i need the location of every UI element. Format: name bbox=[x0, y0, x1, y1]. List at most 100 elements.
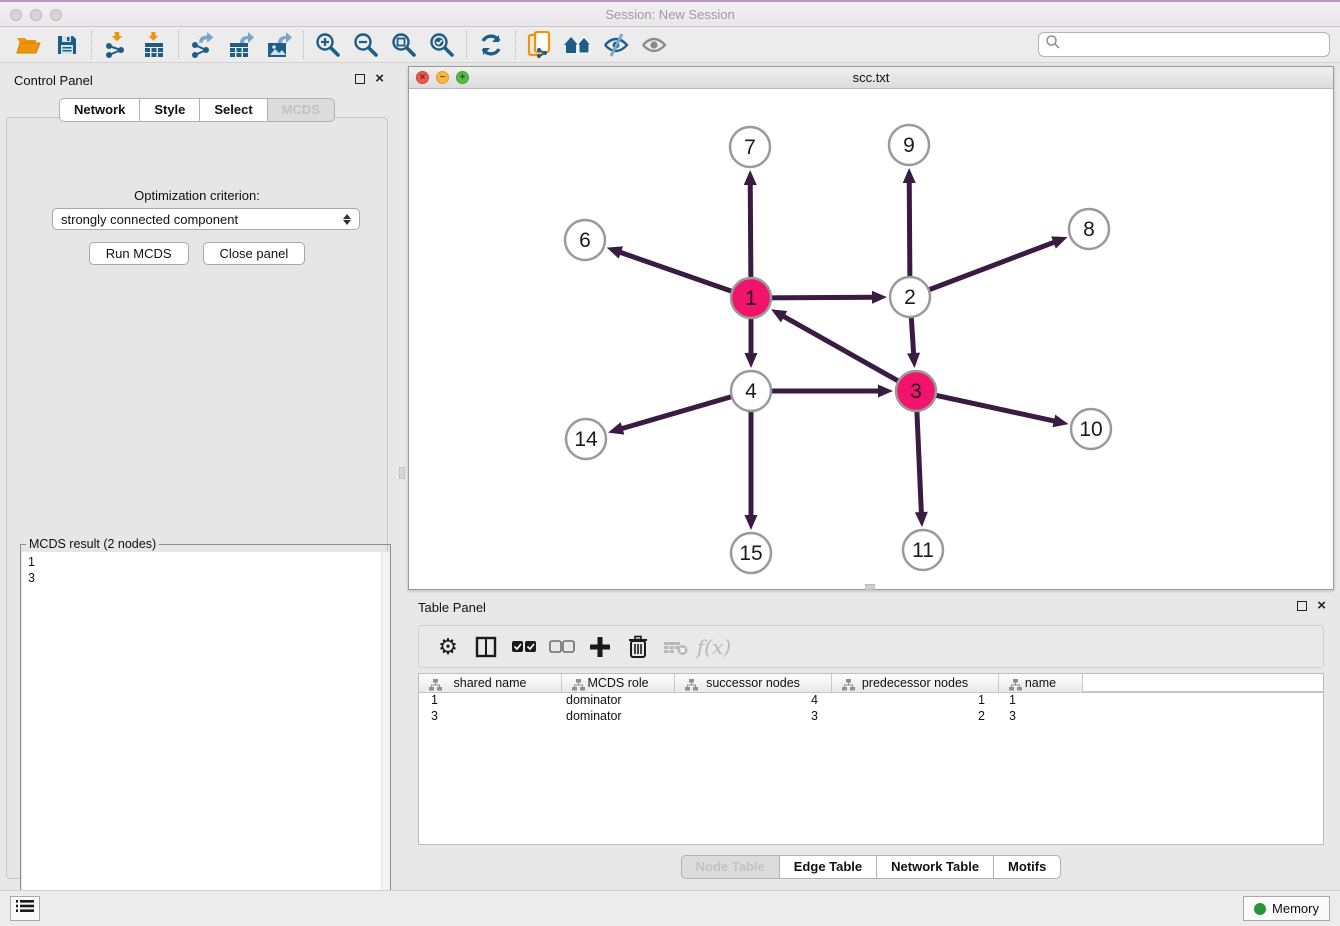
float-panel-icon[interactable] bbox=[355, 74, 365, 84]
clone-network-icon[interactable] bbox=[521, 30, 559, 60]
graph-node-label: 8 bbox=[1083, 218, 1095, 241]
cell-shared-name[interactable]: 3 bbox=[419, 709, 562, 725]
column-header-MCDS-role[interactable]: MCDS role bbox=[562, 674, 675, 692]
columns-icon[interactable] bbox=[469, 631, 503, 663]
tab-network-table[interactable]: Network Table bbox=[877, 855, 994, 879]
open-folder-icon[interactable] bbox=[10, 30, 48, 60]
tab-mcds[interactable]: MCDS bbox=[268, 98, 335, 122]
search-box[interactable] bbox=[1038, 32, 1330, 57]
close-panel-icon[interactable]: × bbox=[375, 74, 384, 84]
zoom-in-icon[interactable] bbox=[309, 30, 347, 60]
gear-icon[interactable]: ⚙ bbox=[431, 631, 465, 663]
zoom-out-icon[interactable] bbox=[347, 30, 385, 60]
arrowhead-icon bbox=[608, 422, 624, 434]
arrowhead-icon bbox=[607, 246, 623, 258]
table-panel: Table Panel × ⚙f(x) shared nameMCDS role… bbox=[408, 595, 1334, 883]
network-window-titlebar[interactable]: × − + scc.txt bbox=[409, 67, 1333, 89]
memory-button[interactable]: Memory bbox=[1243, 896, 1330, 921]
select-all-icon[interactable] bbox=[507, 631, 541, 663]
toolbar-separator bbox=[303, 31, 304, 59]
table-row[interactable]: 1dominator411 bbox=[419, 693, 1323, 709]
result-scrollbar[interactable] bbox=[381, 552, 390, 920]
unselect-all-icon[interactable] bbox=[545, 631, 579, 663]
cell-name[interactable]: 1 bbox=[999, 693, 1083, 709]
tab-edge-table[interactable]: Edge Table bbox=[780, 855, 877, 879]
graph-node-label: 3 bbox=[910, 380, 922, 403]
cell-predecessor-nodes[interactable]: 1 bbox=[832, 693, 999, 709]
arrowhead-icon bbox=[907, 353, 920, 368]
edge-3-1[interactable] bbox=[781, 315, 916, 391]
arrowhead-icon bbox=[1051, 236, 1067, 248]
column-header-label: MCDS role bbox=[587, 676, 648, 690]
column-header-name[interactable]: name bbox=[999, 674, 1083, 692]
export-table-icon[interactable] bbox=[222, 30, 260, 60]
cell-MCDS-role[interactable]: dominator bbox=[562, 693, 675, 709]
import-table-icon[interactable] bbox=[135, 30, 173, 60]
node-table: shared name MCDS role successor nodesprede… bbox=[418, 673, 1324, 845]
zoom-selected-icon[interactable] bbox=[423, 30, 461, 60]
save-icon[interactable] bbox=[48, 30, 86, 60]
graph-node-label: 10 bbox=[1079, 418, 1102, 441]
zoom-fit-icon[interactable] bbox=[385, 30, 423, 60]
add-icon[interactable] bbox=[583, 631, 617, 663]
search-input[interactable] bbox=[1061, 35, 1329, 55]
cell-predecessor-nodes[interactable]: 2 bbox=[832, 709, 999, 725]
edge-2-8[interactable] bbox=[910, 241, 1056, 297]
arrowhead-icon bbox=[903, 168, 916, 183]
control-panel: Control Panel × NetworkStyleSelectMCDS O… bbox=[0, 68, 394, 883]
tab-network[interactable]: Network bbox=[59, 98, 140, 122]
float-table-panel-icon[interactable] bbox=[1297, 601, 1307, 611]
tab-motifs[interactable]: Motifs bbox=[994, 855, 1061, 879]
home-icon[interactable] bbox=[559, 30, 597, 60]
tab-node-table[interactable]: Node Table bbox=[681, 855, 780, 879]
optimization-criterion-select[interactable]: strongly connected component bbox=[52, 208, 360, 230]
delete-column-icon bbox=[659, 631, 693, 663]
window-titlebar: Session: New Session bbox=[0, 0, 1340, 27]
cell-shared-name[interactable]: 1 bbox=[419, 693, 562, 709]
table-toolbar: ⚙ f(x) bbox=[418, 625, 1324, 668]
arrowhead-icon bbox=[1052, 415, 1068, 428]
mcds-result-text[interactable]: 13 bbox=[22, 552, 389, 920]
function-icon: f(x) bbox=[697, 631, 731, 663]
arrowhead-icon bbox=[745, 515, 758, 530]
close-table-panel-icon[interactable]: × bbox=[1317, 601, 1326, 611]
memory-label: Memory bbox=[1272, 901, 1319, 916]
cell-successor-nodes[interactable]: 4 bbox=[675, 693, 832, 709]
panel-divider[interactable] bbox=[398, 68, 406, 883]
export-network-icon[interactable] bbox=[184, 30, 222, 60]
memory-status-icon bbox=[1254, 903, 1266, 915]
column-header-shared-name[interactable]: shared name bbox=[419, 674, 562, 692]
hide-selected-icon[interactable] bbox=[597, 30, 635, 60]
cell-successor-nodes[interactable]: 3 bbox=[675, 709, 832, 725]
graph-node-label: 4 bbox=[745, 380, 757, 403]
tab-style[interactable]: Style bbox=[140, 98, 200, 122]
arrowhead-icon bbox=[915, 512, 928, 527]
show-all-icon[interactable] bbox=[635, 30, 673, 60]
export-image-icon[interactable] bbox=[260, 30, 298, 60]
refresh-icon[interactable] bbox=[472, 30, 510, 60]
cell-MCDS-role[interactable]: dominator bbox=[562, 709, 675, 725]
edge-3-10[interactable] bbox=[916, 391, 1057, 422]
mcds-panel: Optimization criterion: strongly connect… bbox=[6, 117, 388, 879]
run-mcds-button[interactable]: Run MCDS bbox=[89, 242, 189, 265]
column-header-successor-nodes[interactable]: successor nodes bbox=[675, 674, 832, 692]
search-icon bbox=[1045, 34, 1061, 55]
network-canvas[interactable]: 7968124314101511 bbox=[409, 89, 1333, 589]
graph-node-label: 2 bbox=[904, 286, 916, 309]
cell-name[interactable]: 3 bbox=[999, 709, 1083, 725]
arrowhead-icon bbox=[872, 291, 887, 304]
trash-icon[interactable] bbox=[621, 631, 655, 663]
divider-grip[interactable] bbox=[399, 467, 405, 479]
window-resize-grip[interactable] bbox=[865, 584, 875, 590]
mcds-result-box: MCDS result (2 nodes) 13 bbox=[20, 544, 391, 922]
tab-select[interactable]: Select bbox=[200, 98, 267, 122]
table-row[interactable]: 3dominator323 bbox=[419, 709, 1323, 725]
close-panel-button[interactable]: Close panel bbox=[203, 242, 306, 265]
toolbar-separator bbox=[91, 31, 92, 59]
mcds-result-line: 3 bbox=[28, 570, 383, 586]
window-title: Session: New Session bbox=[0, 7, 1340, 22]
status-bar: Memory bbox=[0, 890, 1340, 926]
import-network-icon[interactable] bbox=[97, 30, 135, 60]
column-header-predecessor-nodes[interactable]: predecessor nodes bbox=[832, 674, 999, 692]
task-history-button[interactable] bbox=[10, 896, 40, 921]
